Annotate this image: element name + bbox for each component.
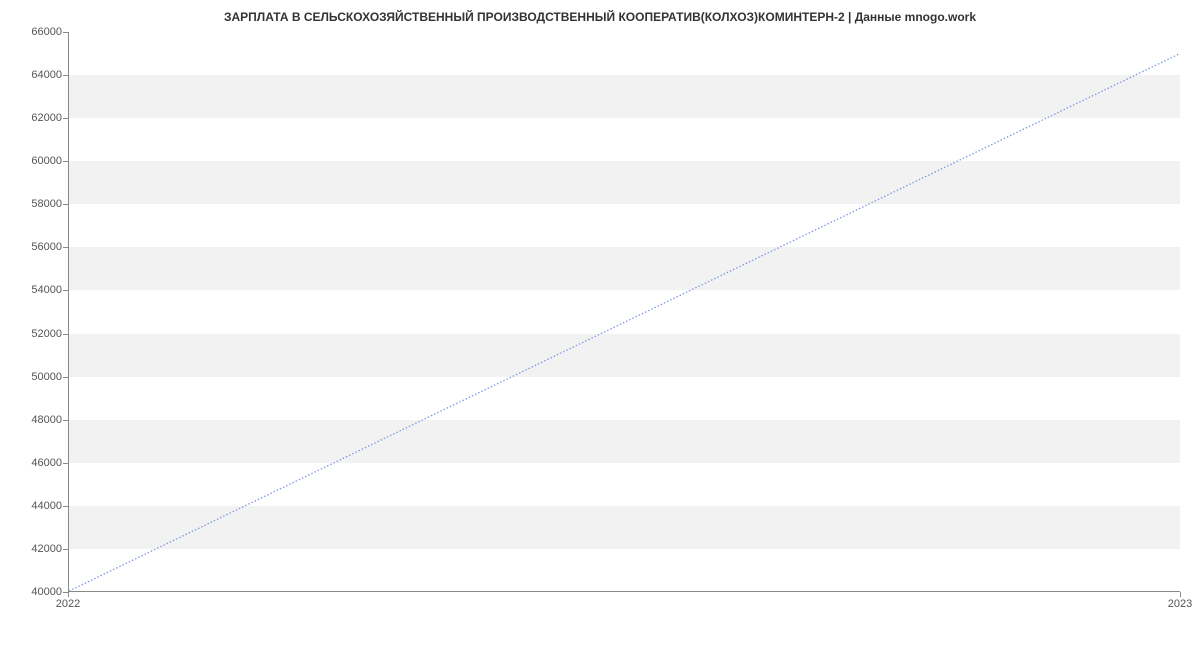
y-tick-label: 66000 <box>6 26 62 38</box>
y-tick-label: 46000 <box>6 457 62 469</box>
y-tick-label: 42000 <box>6 543 62 555</box>
chart-title: ЗАРПЛАТА В СЕЛЬСКОХОЗЯЙСТВЕННЫЙ ПРОИЗВОД… <box>0 0 1200 24</box>
y-tick-label: 54000 <box>6 284 62 296</box>
y-tick-mark <box>63 75 68 76</box>
chart-container: ЗАРПЛАТА В СЕЛЬСКОХОЗЯЙСТВЕННЫЙ ПРОИЗВОД… <box>0 0 1200 650</box>
y-tick-label: 48000 <box>6 414 62 426</box>
y-tick-label: 62000 <box>6 112 62 124</box>
x-tick-mark <box>1180 592 1181 597</box>
y-tick-label: 44000 <box>6 500 62 512</box>
y-tick-mark <box>63 161 68 162</box>
y-tick-mark <box>63 247 68 248</box>
y-tick-label: 60000 <box>6 155 62 167</box>
y-tick-label: 40000 <box>6 586 62 598</box>
y-tick-label: 58000 <box>6 198 62 210</box>
y-tick-mark <box>63 420 68 421</box>
x-tick-label: 2023 <box>1168 598 1192 610</box>
y-tick-mark <box>63 118 68 119</box>
y-tick-label: 50000 <box>6 371 62 383</box>
y-tick-mark <box>63 334 68 335</box>
y-tick-mark <box>63 290 68 291</box>
y-tick-mark <box>63 506 68 507</box>
y-tick-label: 56000 <box>6 241 62 253</box>
y-tick-mark <box>63 204 68 205</box>
y-tick-mark <box>63 377 68 378</box>
plot-area <box>68 32 1180 592</box>
y-tick-mark <box>63 463 68 464</box>
chart-line-svg <box>69 32 1180 591</box>
y-tick-mark <box>63 549 68 550</box>
y-tick-label: 52000 <box>6 328 62 340</box>
y-tick-mark <box>63 32 68 33</box>
y-tick-label: 64000 <box>6 69 62 81</box>
x-tick-mark <box>68 592 69 597</box>
x-tick-label: 2022 <box>56 598 80 610</box>
